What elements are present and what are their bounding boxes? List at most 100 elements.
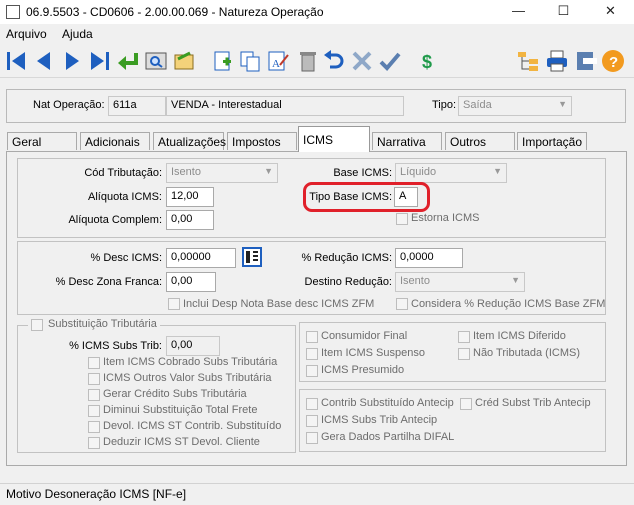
list-icon[interactable]	[172, 49, 196, 73]
subst-item-label: ICMS Outros Valor Subs Tributária	[103, 372, 272, 384]
destino-reducao-select[interactable]: Isento ▼	[395, 272, 525, 292]
gera-difal-label: Gera Dados Partilha DIFAL	[321, 431, 455, 443]
estorna-icms-label: Estorna ICMS	[411, 212, 480, 224]
icms-subs-antecip-label: ICMS Subs Trib Antecip	[321, 414, 438, 426]
tipo-select[interactable]: Saída ▼	[458, 96, 572, 116]
print-icon[interactable]	[545, 49, 569, 73]
tab-atualizacoes[interactable]: Atualizações	[153, 132, 226, 150]
cred-subst-antecip-checkbox[interactable]	[460, 398, 472, 410]
undo-icon[interactable]	[322, 49, 346, 73]
exit-icon[interactable]	[574, 49, 598, 73]
tab-geral[interactable]: Geral	[7, 132, 77, 150]
nao-tributada-label: Não Tributada (ICMS)	[473, 347, 580, 359]
tipo-base-icms-field[interactable]: A	[394, 187, 418, 207]
aliquota-icms-field[interactable]: 12,00	[166, 187, 214, 207]
edit-icon[interactable]: A	[266, 49, 290, 73]
substituicao-checkbox[interactable]	[31, 319, 43, 331]
nat-operacao-desc-field[interactable]: VENDA - Interestadual	[166, 96, 404, 116]
subst-item-label: Devol. ICMS ST Contrib. Substituído	[103, 420, 282, 432]
subst-item-checkbox[interactable]	[88, 437, 100, 449]
new-record-icon[interactable]	[210, 49, 234, 73]
app-icon	[6, 5, 20, 19]
icms-presumido-label: ICMS Presumido	[321, 364, 405, 376]
help-icon[interactable]: ?	[601, 49, 625, 73]
dollar-icon[interactable]: $	[416, 49, 440, 73]
icms-subs-trib-field[interactable]: 0,00	[166, 336, 220, 356]
window-title: 06.9.5503 - CD0606 - 2.00.00.069 - Natur…	[26, 5, 324, 19]
destino-reducao-label: Destino Redução:	[304, 276, 392, 288]
toolbar: A $ ?	[0, 44, 634, 78]
tipo-label: Tipo:	[432, 99, 457, 111]
icms-diferido-label: Item ICMS Diferido	[473, 330, 566, 342]
subst-item-checkbox[interactable]	[88, 405, 100, 417]
title-bar: 06.9.5503 - CD0606 - 2.00.00.069 - Natur…	[0, 0, 634, 24]
icms-subs-antecip-checkbox[interactable]	[306, 415, 318, 427]
tipo-base-icms-label: Tipo Base ICMS:	[309, 191, 392, 203]
first-record-icon[interactable]	[4, 49, 28, 73]
tab-narrativa[interactable]: Narrativa	[372, 132, 442, 150]
minimize-button[interactable]: —	[496, 0, 541, 24]
subst-item-checkbox[interactable]	[88, 389, 100, 401]
aliquota-icms-label: Alíquota ICMS:	[88, 191, 162, 203]
svg-text:$: $	[422, 52, 432, 72]
calculator-icon[interactable]	[242, 247, 262, 267]
menu-arquivo[interactable]: Arquivo	[6, 27, 47, 41]
reducao-icms-field[interactable]: 0,0000	[395, 248, 463, 268]
nao-tributada-checkbox[interactable]	[458, 348, 470, 360]
icms-suspenso-label: Item ICMS Suspenso	[321, 347, 425, 359]
considera-reducao-checkbox[interactable]	[396, 298, 408, 310]
search-icon[interactable]	[144, 49, 168, 73]
copy-icon[interactable]	[238, 49, 262, 73]
desc-icms-field[interactable]: 0,00000	[166, 248, 236, 268]
substituicao-header: Substituição Tributária	[28, 318, 160, 332]
nat-operacao-code-field[interactable]: 611a	[108, 96, 166, 116]
cod-tributacao-select[interactable]: Isento ▼	[166, 163, 278, 183]
confirm-icon[interactable]	[378, 49, 402, 73]
chevron-down-icon: ▼	[511, 275, 520, 285]
subst-item-checkbox[interactable]	[88, 421, 100, 433]
cancel-icon[interactable]	[350, 49, 374, 73]
contrib-substituido-checkbox[interactable]	[306, 398, 318, 410]
trash-icon[interactable]	[296, 49, 320, 73]
icms-diferido-checkbox[interactable]	[458, 331, 470, 343]
subst-item-checkbox[interactable]	[88, 373, 100, 385]
estorna-icms-checkbox[interactable]	[396, 213, 408, 225]
inclui-desp-checkbox[interactable]	[168, 298, 180, 310]
tab-importacao[interactable]: Importação	[517, 132, 587, 150]
svg-text:?: ?	[609, 54, 618, 71]
menu-bar: Arquivo Ajuda	[0, 25, 634, 43]
desc-zona-franca-field[interactable]: 0,00	[166, 272, 216, 292]
icms-presumido-checkbox[interactable]	[306, 365, 318, 377]
subst-item-label: Item ICMS Cobrado Subs Tributária	[103, 356, 278, 368]
go-to-arrow-icon[interactable]	[116, 49, 140, 73]
maximize-button[interactable]: ☐	[541, 0, 586, 24]
substituicao-title: Substituição Tributária	[48, 318, 157, 330]
tree-icon[interactable]	[516, 49, 540, 73]
reducao-icms-label: % Redução ICMS:	[301, 252, 392, 264]
destino-reducao-value: Isento	[400, 275, 430, 287]
previous-record-icon[interactable]	[32, 49, 56, 73]
icms-subs-trib-label: % ICMS Subs Trib:	[69, 340, 162, 352]
chevron-down-icon: ▼	[264, 166, 273, 176]
base-icms-select[interactable]: Líquido ▼	[395, 163, 507, 183]
tab-outros[interactable]: Outros	[445, 132, 515, 150]
aliquota-complem-field[interactable]: 0,00	[166, 210, 214, 230]
last-record-icon[interactable]	[88, 49, 112, 73]
tipo-select-value: Saída	[463, 99, 492, 111]
next-record-icon[interactable]	[60, 49, 84, 73]
consumidor-final-checkbox[interactable]	[306, 331, 318, 343]
tab-impostos[interactable]: Impostos	[227, 132, 297, 150]
menu-ajuda[interactable]: Ajuda	[62, 27, 93, 41]
tab-icms[interactable]: ICMS	[298, 126, 370, 152]
subst-item-checkbox[interactable]	[88, 357, 100, 369]
close-button[interactable]: ✕	[588, 0, 633, 24]
chevron-down-icon: ▼	[558, 99, 567, 109]
icms-suspenso-checkbox[interactable]	[306, 348, 318, 360]
base-icms-value: Líquido	[400, 166, 437, 178]
subst-item-label: Deduzir ICMS ST Devol. Cliente	[103, 436, 260, 448]
gera-difal-checkbox[interactable]	[306, 432, 318, 444]
nat-operacao-label: Nat Operação:	[33, 99, 105, 111]
status-bar: Motivo Desoneração ICMS [NF-e]	[0, 483, 634, 505]
cred-subst-antecip-label: Créd Subst Trib Antecip	[475, 397, 591, 409]
tab-adicionais[interactable]: Adicionais	[80, 132, 150, 150]
